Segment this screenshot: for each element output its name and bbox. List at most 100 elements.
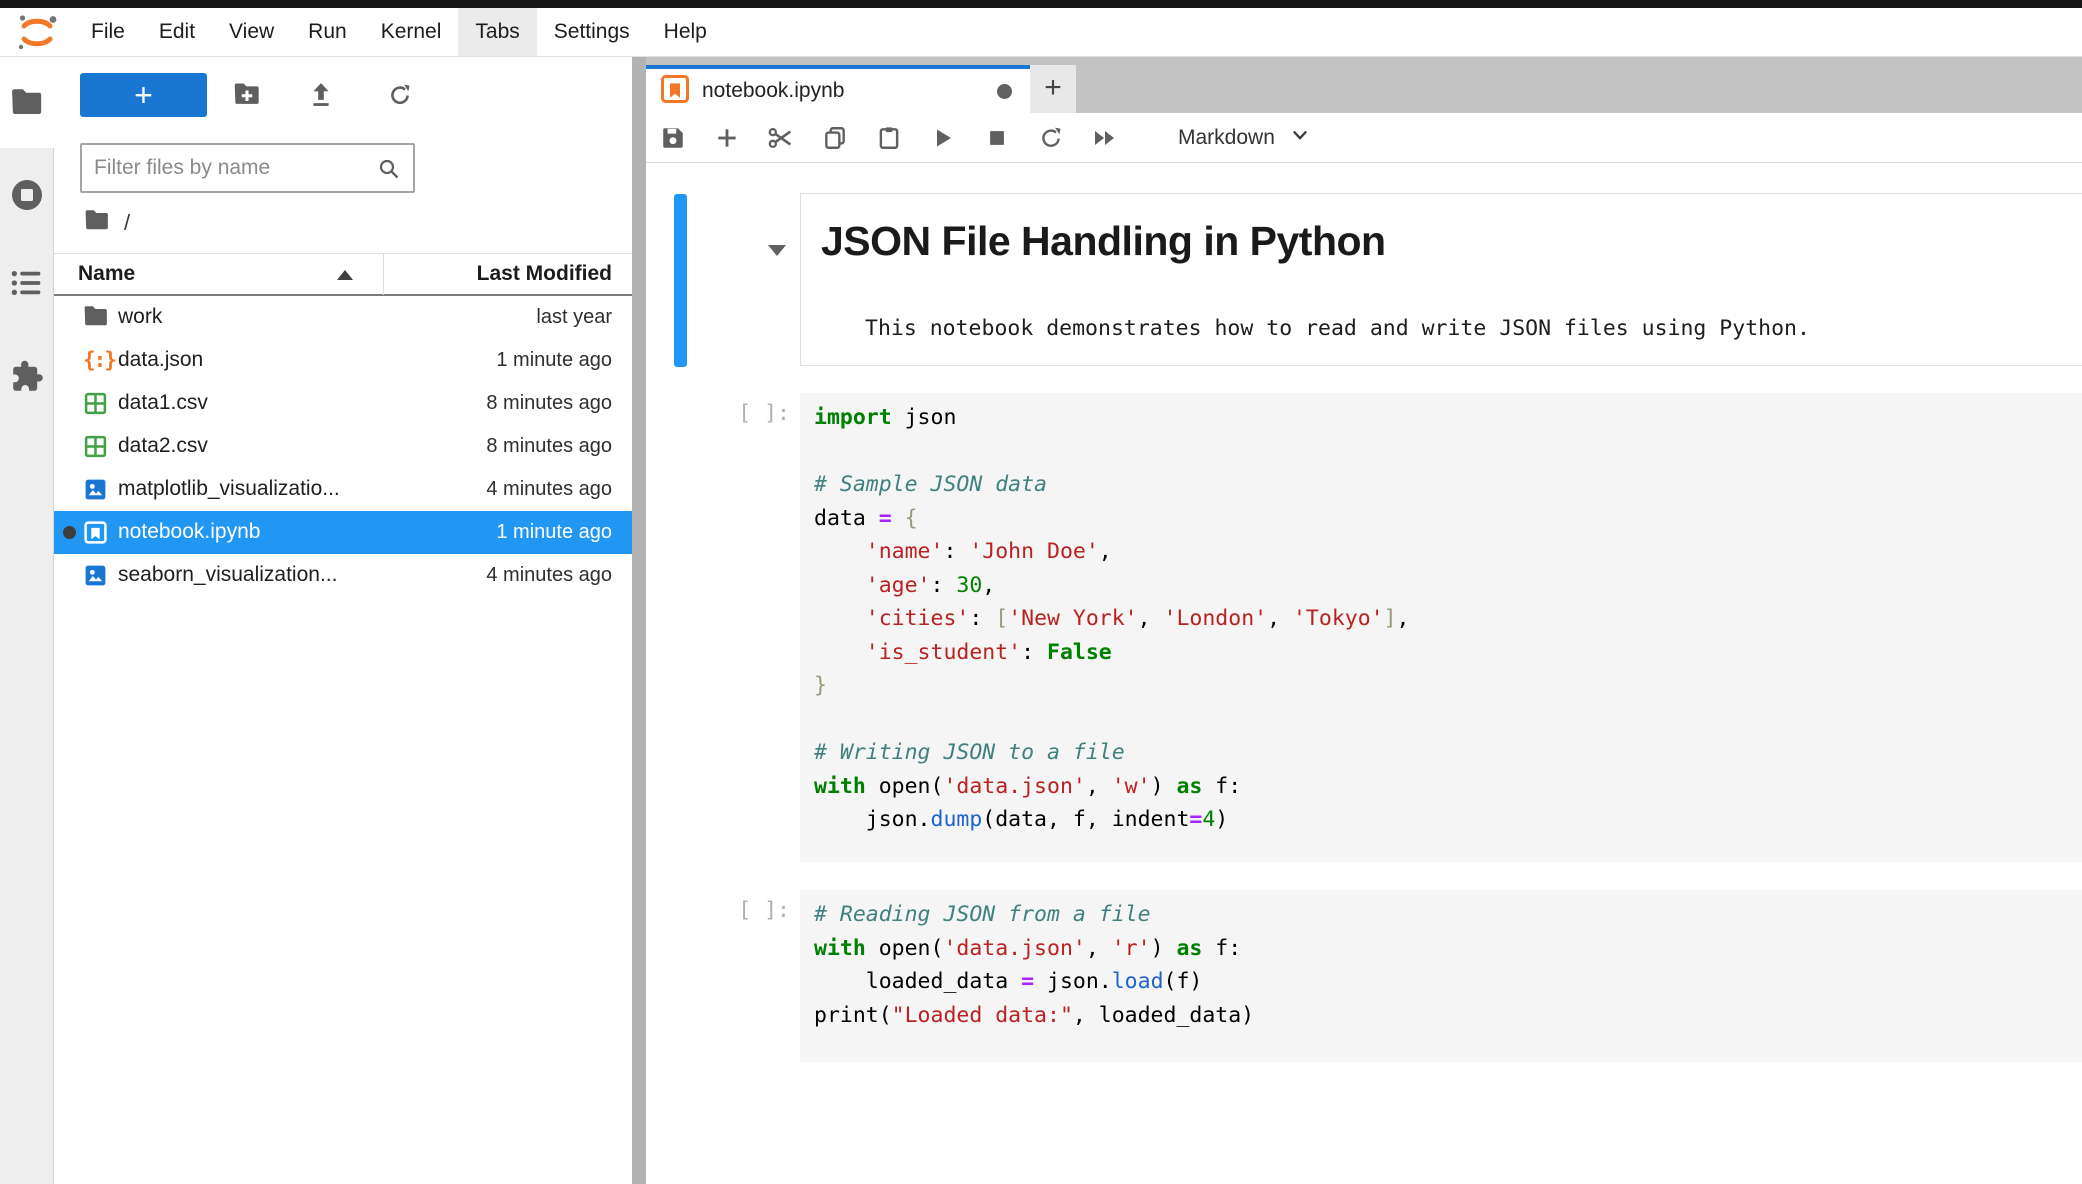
filter-files-input[interactable] xyxy=(94,147,364,189)
file-name: seaborn_visualization... xyxy=(118,563,337,587)
code-line xyxy=(814,703,2082,737)
chevron-down-icon xyxy=(1289,124,1311,151)
code-line: 'is_student': False xyxy=(814,636,2082,670)
code-line: 'cities': ['New York', 'London', 'Tokyo'… xyxy=(814,602,2082,636)
new-launcher-button[interactable]: + xyxy=(80,73,207,117)
column-separator xyxy=(383,254,384,295)
code-line: with open('data.json', 'r') as f: xyxy=(814,932,2082,966)
menu-item-kernel[interactable]: Kernel xyxy=(364,8,459,56)
code-line: import json xyxy=(814,401,2082,435)
file-name: work xyxy=(118,305,162,329)
code-line: loaded_data = json.load(f) xyxy=(814,965,2082,999)
tab-bar: notebook.ipynb + xyxy=(646,57,2082,113)
file-modified-time: 8 minutes ago xyxy=(486,392,612,415)
code-line: with open('data.json', 'w') as f: xyxy=(814,770,2082,804)
file-modified-time: last year xyxy=(536,306,612,329)
run-cell-icon[interactable] xyxy=(916,113,970,163)
file-row-data1-csv[interactable]: data1.csv 8 minutes ago xyxy=(54,382,632,425)
panel-resize-handle[interactable] xyxy=(632,57,646,1184)
code-cell[interactable]: import json # Sample JSON datadata = { '… xyxy=(800,393,2082,862)
notebook-tab-icon xyxy=(660,74,690,109)
code-line: # Sample JSON data xyxy=(814,468,2082,502)
column-header-name[interactable]: Name xyxy=(78,262,135,286)
jupyter-logo xyxy=(0,8,74,56)
markdown-cell[interactable]: JSON File Handling in Python This notebo… xyxy=(800,193,2082,366)
breadcrumb[interactable]: / xyxy=(84,209,130,236)
code-line: 'age': 30, xyxy=(814,569,2082,603)
run-all-cells-icon[interactable] xyxy=(1078,113,1132,163)
table-of-contents-icon[interactable] xyxy=(11,269,43,302)
notebook-content: JSON File Handling in Python This notebo… xyxy=(646,163,2082,1184)
code-cell[interactable]: # Reading JSON from a filewith open('dat… xyxy=(800,890,2082,1062)
file-name: data.json xyxy=(118,348,203,372)
cell-type-dropdown[interactable]: Markdown xyxy=(1178,124,1311,151)
file-browser-panel: + / Name Last Modified work last year {:} d… xyxy=(54,57,632,1184)
new-folder-icon[interactable] xyxy=(233,82,261,111)
restart-kernel-icon[interactable] xyxy=(1024,113,1078,163)
folder-file-icon xyxy=(83,305,109,331)
main-menubar: FileEditViewRunKernelTabsSettingsHelp xyxy=(0,8,2082,57)
menu-item-view[interactable]: View xyxy=(212,8,291,56)
file-modified-time: 4 minutes ago xyxy=(486,478,612,501)
menu-item-tabs[interactable]: Tabs xyxy=(458,8,536,56)
running-kernels-icon[interactable] xyxy=(9,177,45,218)
tab-notebook[interactable]: notebook.ipynb xyxy=(646,65,1030,113)
file-name: data2.csv xyxy=(118,434,208,458)
csv-file-icon xyxy=(83,391,109,417)
markdown-heading: JSON File Handling in Python xyxy=(821,218,1386,265)
interrupt-kernel-icon[interactable] xyxy=(970,113,1024,163)
code-line: data = { xyxy=(814,502,2082,536)
code-line: json.dump(data, f, indent=4) xyxy=(814,803,2082,837)
cell-prompt: [ ]: xyxy=(706,401,790,426)
file-modified-time: 4 minutes ago xyxy=(486,564,612,587)
menu-item-file[interactable]: File xyxy=(74,8,142,56)
main-dock-panel: notebook.ipynb + xyxy=(646,57,2082,1184)
cell-prompt: [ ]: xyxy=(706,898,790,923)
file-name: matplotlib_visualizatio... xyxy=(118,477,340,501)
code-line: # Reading JSON from a file xyxy=(814,898,2082,932)
code-line: print("Loaded data:", loaded_data) xyxy=(814,999,2082,1033)
menu-item-settings[interactable]: Settings xyxy=(537,8,647,56)
file-row-seaborn-visualization-[interactable]: seaborn_visualization... 4 minutes ago xyxy=(54,554,632,597)
folder-icon xyxy=(84,209,110,236)
notebook-toolbar: Markdown xyxy=(646,113,2082,163)
activity-bar xyxy=(0,57,54,1184)
copy-cells-icon[interactable] xyxy=(808,113,862,163)
menu-item-run[interactable]: Run xyxy=(291,8,364,56)
menu-item-edit[interactable]: Edit xyxy=(142,8,212,56)
file-list-header: Name Last Modified xyxy=(54,253,632,296)
file-name: data1.csv xyxy=(118,391,208,415)
json-file-icon: {:} xyxy=(83,348,109,374)
file-modified-time: 1 minute ago xyxy=(496,521,612,544)
file-row-data2-csv[interactable]: data2.csv 8 minutes ago xyxy=(54,425,632,468)
active-cell-indicator[interactable] xyxy=(674,194,687,367)
file-browser-icon[interactable] xyxy=(10,87,44,122)
breadcrumb-root: / xyxy=(124,210,130,236)
extensions-icon[interactable] xyxy=(9,357,45,398)
markdown-body: This notebook demonstrates how to read a… xyxy=(865,316,1810,341)
file-row-work[interactable]: work last year xyxy=(54,296,632,339)
file-name: notebook.ipynb xyxy=(118,520,260,544)
unsaved-changes-dot xyxy=(997,84,1012,99)
column-header-modified[interactable]: Last Modified xyxy=(477,262,612,286)
code-line: # Writing JSON to a file xyxy=(814,736,2082,770)
filter-files-box xyxy=(80,143,415,193)
cut-cells-icon[interactable] xyxy=(754,113,808,163)
code-line: 'name': 'John Doe', xyxy=(814,535,2082,569)
file-row-data-json[interactable]: {:} data.json 1 minute ago xyxy=(54,339,632,382)
refresh-icon[interactable] xyxy=(387,82,413,113)
insert-cell-icon[interactable] xyxy=(700,113,754,163)
menu-item-help[interactable]: Help xyxy=(647,8,724,56)
window-top-strip xyxy=(0,0,2082,8)
upload-icon[interactable] xyxy=(308,82,334,113)
file-row-matplotlib-visualizatio-[interactable]: matplotlib_visualizatio... 4 minutes ago xyxy=(54,468,632,511)
save-icon[interactable] xyxy=(646,113,700,163)
file-row-notebook-ipynb[interactable]: notebook.ipynb 1 minute ago xyxy=(54,511,632,554)
new-tab-button[interactable]: + xyxy=(1030,65,1076,113)
notebook-file-icon xyxy=(83,520,109,546)
file-modified-time: 8 minutes ago xyxy=(486,435,612,458)
file-modified-time: 1 minute ago xyxy=(496,349,612,372)
cell-collapser-icon[interactable] xyxy=(768,245,786,256)
file-list: work last year {:} data.json 1 minute ago dat… xyxy=(54,296,632,597)
paste-cells-icon[interactable] xyxy=(862,113,916,163)
